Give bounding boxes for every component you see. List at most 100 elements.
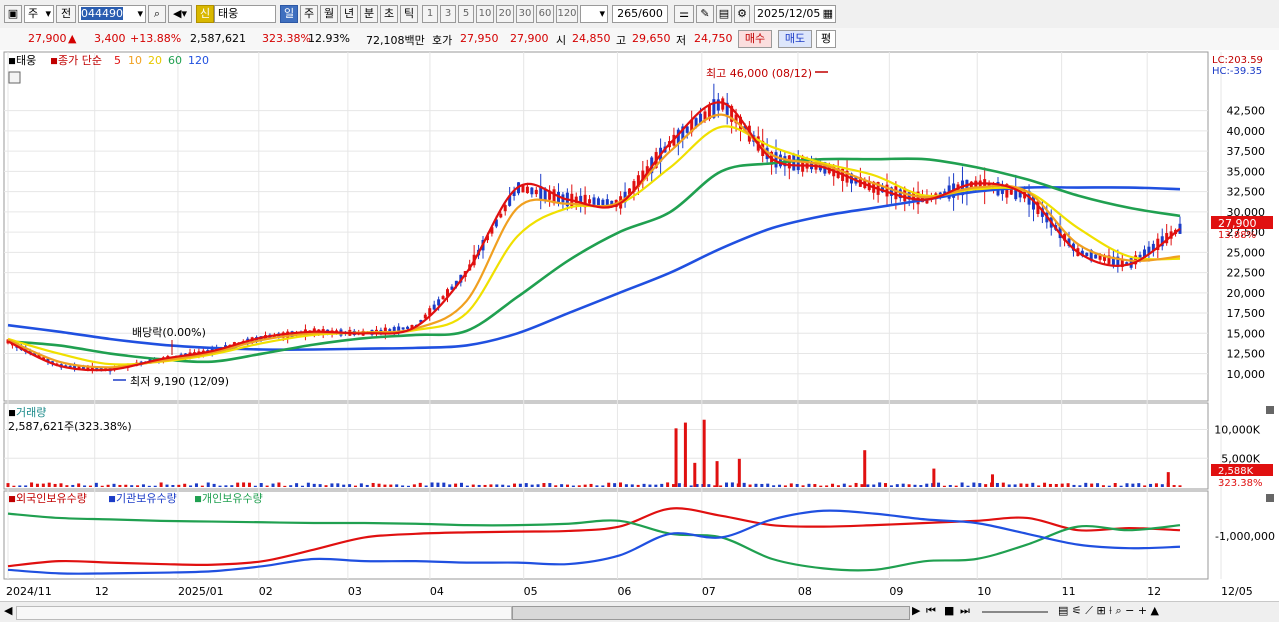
period-tick[interactable]: 틱 xyxy=(400,5,418,23)
candle-body xyxy=(588,199,592,204)
candle-body xyxy=(601,199,605,206)
holders-close-icon[interactable] xyxy=(1266,494,1274,502)
layout-icon[interactable]: ▣ xyxy=(4,5,22,23)
draw-icon[interactable]: ✎ xyxy=(696,5,714,23)
period-day[interactable]: 일 xyxy=(280,5,298,23)
count-max: /600 xyxy=(638,7,663,20)
save-icon[interactable]: ▤ xyxy=(716,5,732,23)
volume-bar xyxy=(1078,485,1082,487)
volume-bar xyxy=(860,484,864,487)
interval-60[interactable]: 60 xyxy=(536,5,554,23)
type-select[interactable]: 주 ▾ xyxy=(24,5,54,23)
speaker-icon[interactable]: ◀▾ xyxy=(168,5,192,23)
legend-ma60[interactable]: 60 xyxy=(168,54,182,67)
candle-body xyxy=(441,296,445,300)
volume-bar xyxy=(430,482,434,487)
volume-last-pct: 323.38% xyxy=(1218,478,1263,489)
scroll-left-icon[interactable]: ◀ xyxy=(4,604,12,617)
period-second[interactable]: 초 xyxy=(380,5,398,23)
volume-bar xyxy=(1113,483,1117,487)
x-tick-label: 05 xyxy=(524,585,538,598)
volume-bar xyxy=(577,485,581,487)
volume-bar xyxy=(295,483,299,487)
period-month[interactable]: 월 xyxy=(320,5,338,23)
x-tick-label: 12/05 xyxy=(1221,585,1253,598)
volume-bar xyxy=(1013,484,1017,487)
volume-bar xyxy=(200,485,204,487)
stop-icon[interactable]: ■ xyxy=(944,604,954,617)
legend-ma-title: 종가 단순 xyxy=(58,54,102,67)
interval-custom-select[interactable]: ▾ xyxy=(580,5,608,23)
code-input[interactable]: 044490 ▾ xyxy=(78,5,146,23)
forward-icon[interactable]: ⏭ xyxy=(960,604,970,618)
period-week[interactable]: 주 xyxy=(300,5,318,23)
volume-bar xyxy=(654,484,658,487)
volume-close-icon[interactable] xyxy=(1266,406,1274,414)
volume-bar xyxy=(165,484,169,487)
volume-bar xyxy=(901,483,905,487)
period-year[interactable]: 년 xyxy=(340,5,358,23)
volume-bar xyxy=(359,483,363,487)
rewind-icon[interactable]: ⏮ xyxy=(926,604,936,618)
candle-icon[interactable]: ⚌ xyxy=(674,5,694,23)
holders-tick: -1,000,000 xyxy=(1215,530,1275,543)
interval-30[interactable]: 30 xyxy=(516,5,534,23)
volume-bar xyxy=(677,483,681,487)
volume-spike xyxy=(863,450,867,487)
last-price-label: 27,900 xyxy=(1218,217,1257,230)
calendar-icon[interactable]: ▦ xyxy=(823,6,833,22)
scroll-right-icon[interactable]: ▶ xyxy=(912,604,920,617)
interval-120[interactable]: 120 xyxy=(556,5,578,23)
period-minute[interactable]: 분 xyxy=(360,5,378,23)
interval-10[interactable]: 10 xyxy=(476,5,494,23)
sell-button[interactable]: 매도 xyxy=(778,30,812,48)
tools-icon[interactable]: ▤ ⚟ ⟋ ⊞ ⟊ ⌕ − + ▲ xyxy=(1058,604,1159,618)
volume-bar xyxy=(312,483,316,487)
candle-body xyxy=(1009,189,1013,195)
volume-bar xyxy=(477,484,481,487)
legend-ma120[interactable]: 120 xyxy=(188,54,209,67)
volume-bar xyxy=(1178,485,1182,487)
gear-icon[interactable]: ⚙ xyxy=(734,5,750,23)
search-icon[interactable]: ⌕ xyxy=(148,5,166,23)
grid-toggle-icon[interactable] xyxy=(8,71,21,84)
scroll-track[interactable] xyxy=(16,606,512,620)
dividend-annotation: 배당락(0.00%) xyxy=(132,326,206,339)
volume-bar xyxy=(636,484,640,487)
legend-ma20[interactable]: 20 xyxy=(148,54,162,67)
lc-label: LC:203.59 xyxy=(1212,55,1263,66)
legend-ma10[interactable]: 10 xyxy=(128,54,142,67)
date-input[interactable]: 2025/12/05 ▦ xyxy=(754,5,836,23)
volume-bar xyxy=(47,482,51,487)
x-tick-label: 2024/11 xyxy=(6,585,52,598)
interval-20[interactable]: 20 xyxy=(496,5,514,23)
volume-bar xyxy=(548,483,552,487)
volume-bar xyxy=(907,484,911,487)
interval-1[interactable]: 1 xyxy=(422,5,438,23)
buy-button[interactable]: 매수 xyxy=(738,30,772,48)
eval-button[interactable]: 평 xyxy=(816,30,836,48)
trade-amount: 72,108백만 xyxy=(366,34,425,47)
y-tick-label: 10,000K xyxy=(1214,424,1260,437)
legend-ma5[interactable]: 5 xyxy=(114,54,121,67)
zoom-slider[interactable] xyxy=(982,611,1048,613)
volume-bar xyxy=(88,485,92,487)
chevron-down-icon: ▾ xyxy=(599,7,605,20)
scroll-thumb[interactable] xyxy=(512,606,910,620)
volume-bar xyxy=(583,484,587,487)
volume-bar xyxy=(259,483,263,487)
volume-bar xyxy=(159,482,163,487)
volume-bar xyxy=(300,485,304,487)
volume-bar xyxy=(153,485,157,487)
volume-bar xyxy=(141,484,145,487)
interval-5[interactable]: 5 xyxy=(458,5,474,23)
interval-3[interactable]: 3 xyxy=(440,5,456,23)
volume-bar xyxy=(183,483,187,487)
volume-bar xyxy=(831,483,835,487)
volume-bar xyxy=(554,485,558,487)
all-button[interactable]: 전 xyxy=(56,5,76,23)
up-arrow-icon: ▲ xyxy=(68,32,77,45)
stock-name[interactable]: 태웅 xyxy=(214,5,276,23)
volume-bar xyxy=(1090,483,1094,487)
volume-bar xyxy=(324,485,328,487)
